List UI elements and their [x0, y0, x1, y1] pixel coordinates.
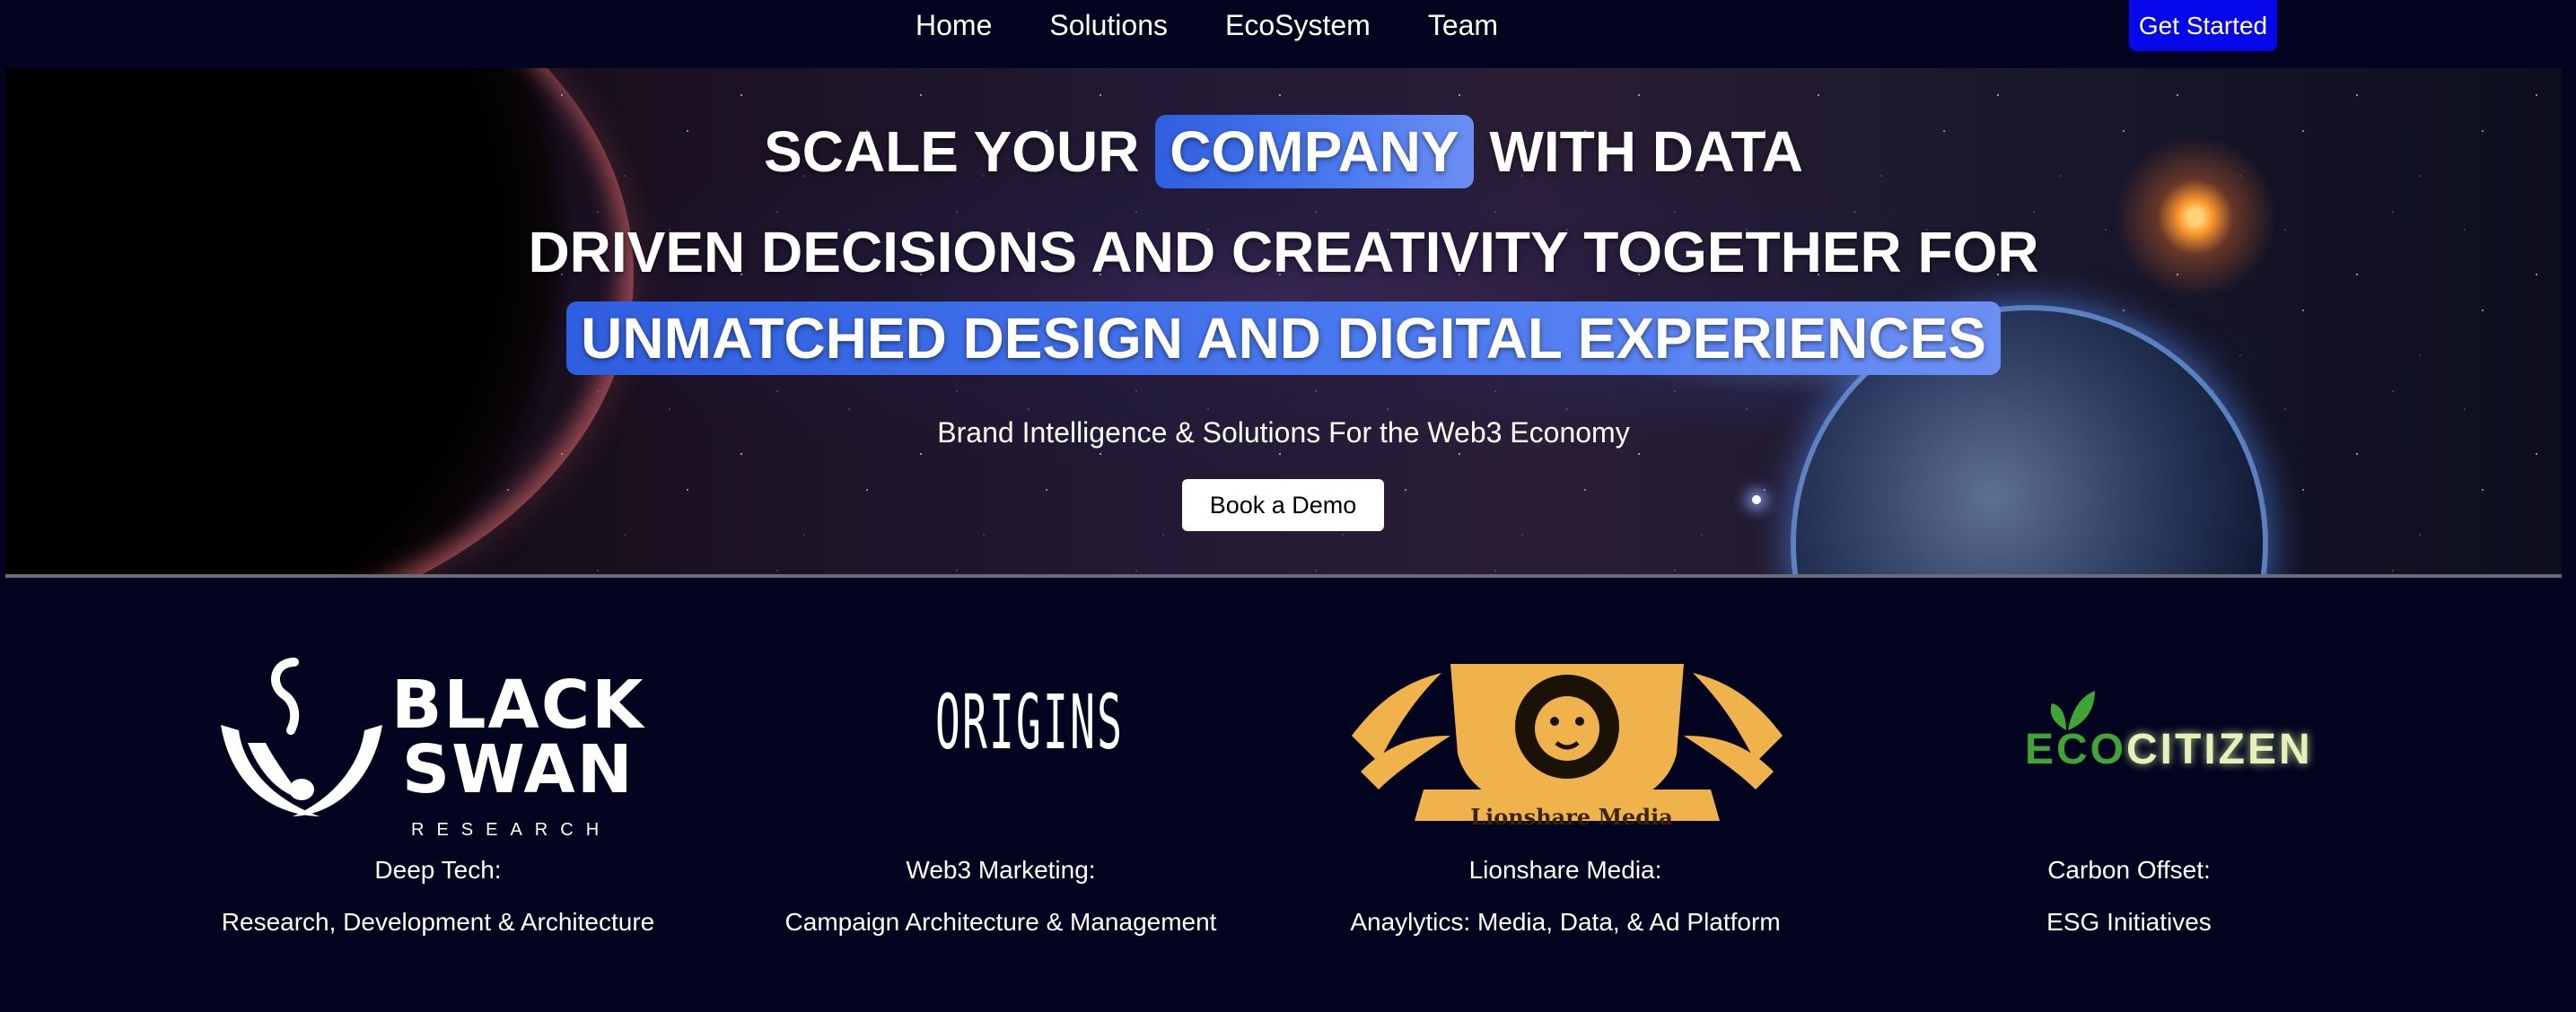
black-swan-word-1: BLACK	[391, 667, 645, 744]
top-navigation: Home Solutions EcoSystem Team Get Starte…	[0, 0, 2576, 68]
origins-wordmark: ORIGINS	[935, 678, 1125, 766]
swan-icon	[221, 658, 382, 816]
hero-headline-line-1: SCALE YOUR COMPANY WITH DATA	[5, 115, 2562, 188]
partner-name-web3-marketing: Web3 Marketing:	[906, 856, 1096, 884]
partner-name-deep-tech: Deep Tech:	[374, 856, 502, 884]
hero-highlight-company: COMPANY	[1155, 115, 1474, 188]
partner-name-lionshare: Lionshare Media:	[1468, 856, 1662, 884]
partners-section: BLACK SWAN RESEARCH Deep Tech: Research,…	[0, 619, 2576, 960]
book-demo-button[interactable]: Book a Demo	[1182, 479, 1384, 531]
citizen-text: CITIZEN	[2126, 726, 2313, 773]
partner-name-carbon-offset: Carbon Offset:	[2047, 856, 2211, 884]
page: Home Solutions EcoSystem Team Get Starte…	[0, 0, 2576, 1012]
lionshare-wordmark: Lionshare Media	[1470, 804, 1673, 830]
hero-banner: SCALE YOUR COMPANY WITH DATA DRIVEN DECI…	[5, 68, 2562, 578]
partner-desc-lionshare: Anaylytics: Media, Data, & Ad Platform	[1350, 908, 1781, 936]
black-swan-word-2: SWAN	[401, 731, 635, 808]
ecocitizen-wordmark: ECOCITIZEN	[2025, 725, 2313, 774]
partner-desc-deep-tech: Research, Development & Architecture	[221, 908, 655, 936]
nav-home-link[interactable]: Home	[916, 9, 992, 42]
black-swan-logo[interactable]: BLACK SWAN RESEARCH	[212, 644, 671, 840]
lionshare-media-logo[interactable]: Lionshare Media	[1343, 646, 1792, 834]
hero-subtitle: Brand Intelligence & Solutions For the W…	[937, 416, 1630, 449]
nav-solutions-link[interactable]: Solutions	[1049, 9, 1168, 42]
nav-ecosystem-link[interactable]: EcoSystem	[1225, 9, 1371, 42]
origins-logo[interactable]: ORIGINS	[935, 678, 1125, 768]
bright-star	[1752, 495, 1761, 504]
hero-highlight-experiences: UNMATCHED DESIGN AND DIGITAL EXPERIENCES	[566, 301, 2001, 375]
black-swan-subtext: RESEARCH	[411, 820, 612, 840]
partner-desc-carbon-offset: ESG Initiatives	[2046, 908, 2212, 936]
partner-desc-web3-marketing: Campaign Architecture & Management	[784, 908, 1217, 936]
hero-headline-line-3: UNMATCHED DESIGN AND DIGITAL EXPERIENCES	[5, 301, 2562, 375]
ecocitizen-logo[interactable]: ECOCITIZEN	[2025, 687, 2310, 777]
get-started-button[interactable]: Get Started	[2129, 0, 2277, 51]
hero-headline-text: SCALE YOUR	[764, 119, 1140, 184]
eco-text: ECO	[2025, 726, 2127, 773]
nav-links: Home Solutions EcoSystem Team	[916, 0, 1498, 50]
nav-team-link[interactable]: Team	[1428, 9, 1498, 42]
hero-headline-line-2: DRIVEN DECISIONS AND CREATIVITY TOGETHER…	[528, 220, 2039, 284]
hero-headline-text: WITH DATA	[1489, 119, 1803, 184]
black-swan-wordmark: BLACK SWAN	[391, 667, 645, 808]
